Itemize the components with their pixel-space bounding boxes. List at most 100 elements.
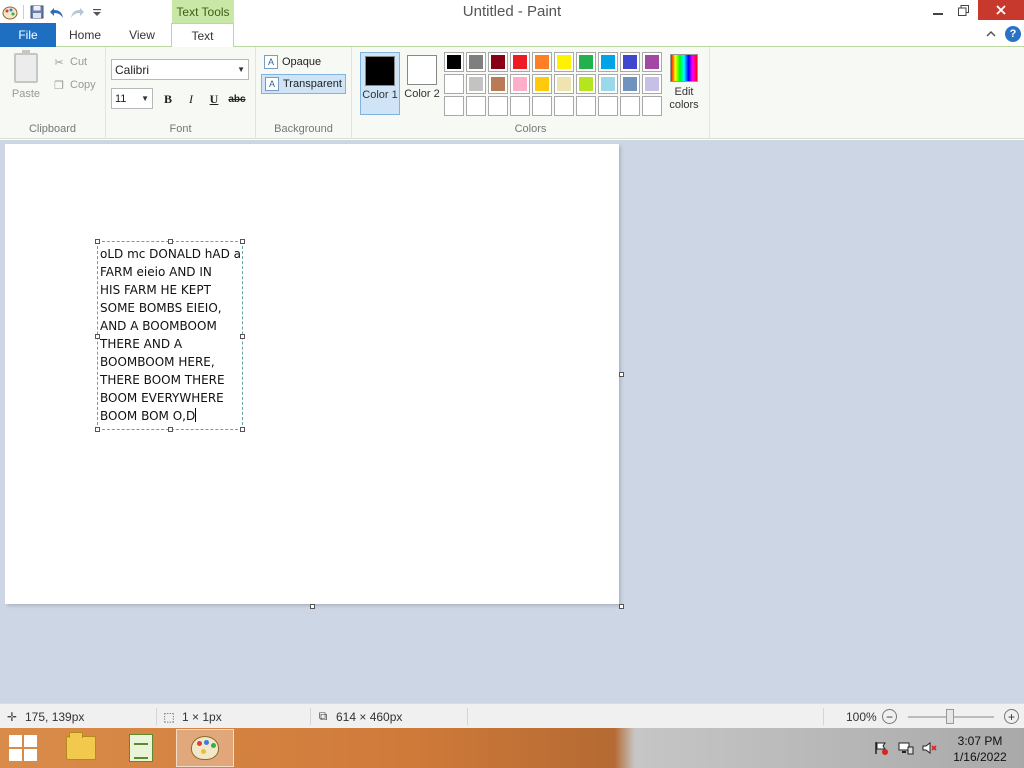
paste-button[interactable]: Paste [6, 50, 46, 105]
minimize-button[interactable] [925, 0, 951, 20]
palette-custom-slot[interactable] [642, 96, 662, 116]
text-box[interactable]: oLD mc DONALD hAD a FARM eieio AND IN HIS … [95, 239, 245, 432]
swatch-fill [601, 77, 615, 91]
palette-custom-slot[interactable] [466, 96, 486, 116]
color2-button[interactable]: Color 2 [402, 52, 442, 115]
windows-start-icon[interactable] [8, 734, 38, 762]
bold-button[interactable]: B [158, 89, 178, 109]
palette-custom-slot[interactable] [554, 96, 574, 116]
palette-color-swatch[interactable] [466, 74, 486, 94]
strikethrough-button[interactable]: abc [227, 89, 247, 109]
swatch-fill [579, 99, 593, 113]
drawing-canvas[interactable]: oLD mc DONALD hAD a FARM eieio AND IN HIS … [5, 144, 619, 604]
zoom-out-button[interactable]: − [882, 709, 897, 724]
palette-color-swatch[interactable] [642, 74, 662, 94]
taskbar-file-explorer[interactable] [52, 729, 110, 767]
cut-label: Cut [70, 56, 88, 68]
palette-custom-slot[interactable] [444, 96, 464, 116]
palette-color-swatch[interactable] [642, 52, 662, 72]
image-size-value: 614 × 460px [336, 709, 403, 724]
font-size-dropdown[interactable]: 11 ▼ [111, 88, 153, 109]
collapse-ribbon-icon[interactable] [984, 27, 998, 41]
undo-icon[interactable] [47, 2, 67, 22]
tab-home[interactable]: Home [56, 23, 114, 47]
notepad-icon [129, 734, 153, 762]
transparent-button[interactable]: A Transparent [261, 74, 346, 94]
palette-color-swatch[interactable] [598, 52, 618, 72]
swatch-fill [469, 77, 483, 91]
text-box-content[interactable]: oLD mc DONALD hAD a FARM eieio AND IN HIS … [100, 245, 244, 425]
resize-handle[interactable] [240, 334, 245, 339]
tab-view[interactable]: View [114, 23, 170, 47]
palette-color-swatch[interactable] [466, 52, 486, 72]
palette-color-swatch[interactable] [598, 74, 618, 94]
canvas-resize-handle-right[interactable] [619, 372, 624, 377]
palette-custom-slot[interactable] [576, 96, 596, 116]
palette-custom-slot[interactable] [510, 96, 530, 116]
resize-handle[interactable] [95, 334, 100, 339]
tab-file[interactable]: File [0, 23, 56, 47]
italic-button[interactable]: I [181, 89, 201, 109]
palette-color-swatch[interactable] [532, 74, 552, 94]
swatch-fill [469, 99, 483, 113]
restore-button[interactable] [951, 0, 975, 20]
tab-text[interactable]: Text [171, 23, 234, 48]
status-bar: ✛ 175, 139px ⬚ 1 × 1px ⧉ 614 × 460px 100… [0, 703, 1024, 728]
swatch-fill [513, 77, 527, 91]
resize-handle[interactable] [168, 427, 173, 432]
palette-row [444, 74, 664, 94]
underline-button[interactable]: U [204, 89, 224, 109]
zoom-in-button[interactable]: + [1004, 709, 1019, 724]
paint-app-icon[interactable] [0, 2, 20, 22]
palette-color-swatch[interactable] [620, 52, 640, 72]
palette-custom-slot[interactable] [598, 96, 618, 116]
text-caret [195, 408, 197, 422]
customize-qat-icon[interactable] [87, 2, 107, 22]
palette-custom-slot[interactable] [488, 96, 508, 116]
canvas-resize-handle-bottom[interactable] [310, 604, 315, 609]
palette-color-swatch[interactable] [576, 74, 596, 94]
taskbar-notepad-plus-plus[interactable] [112, 729, 170, 767]
palette-color-swatch[interactable] [554, 52, 574, 72]
resize-handle[interactable] [95, 239, 100, 244]
swatch-fill [557, 55, 571, 69]
palette-color-swatch[interactable] [510, 52, 530, 72]
resize-handle[interactable] [240, 427, 245, 432]
opaque-button[interactable]: A Opaque [261, 52, 324, 72]
zoom-slider-thumb[interactable] [946, 709, 954, 724]
edit-colors-button[interactable]: Edit colors [664, 52, 704, 112]
help-icon[interactable]: ? [1005, 26, 1021, 42]
cut-button[interactable]: ✂ Cut [52, 53, 87, 71]
canvas-resize-handle-corner[interactable] [619, 604, 624, 609]
action-center-flag-icon[interactable] [873, 740, 889, 756]
copy-button[interactable]: ❐ Copy [52, 76, 96, 94]
redo-icon[interactable] [67, 2, 87, 22]
resize-handle[interactable] [95, 427, 100, 432]
palette-color-swatch[interactable] [554, 74, 574, 94]
clock-time: 3:07 PM [957, 734, 1003, 748]
paint-palette-icon [191, 736, 219, 760]
font-family-dropdown[interactable]: Calibri ▼ [111, 59, 249, 80]
palette-color-swatch[interactable] [576, 52, 596, 72]
resize-handle[interactable] [168, 239, 173, 244]
palette-color-swatch[interactable] [532, 52, 552, 72]
close-button[interactable] [978, 0, 1024, 20]
copy-icon: ❐ [54, 79, 64, 92]
taskbar-paint[interactable] [176, 729, 234, 767]
palette-color-swatch[interactable] [444, 52, 464, 72]
color1-button[interactable]: Color 1 [360, 52, 400, 115]
swatch-fill [513, 55, 527, 69]
palette-color-swatch[interactable] [488, 74, 508, 94]
palette-color-swatch[interactable] [444, 74, 464, 94]
volume-muted-icon[interactable] [922, 740, 938, 756]
palette-color-swatch[interactable] [510, 74, 530, 94]
minimize-icon [933, 13, 943, 15]
palette-custom-slot[interactable] [532, 96, 552, 116]
palette-custom-slot[interactable] [620, 96, 640, 116]
save-icon[interactable] [27, 2, 47, 22]
network-icon[interactable] [898, 740, 914, 756]
palette-color-swatch[interactable] [488, 52, 508, 72]
resize-handle[interactable] [240, 239, 245, 244]
palette-color-swatch[interactable] [620, 74, 640, 94]
system-clock[interactable]: 3:07 PM 1/16/2022 [948, 733, 1012, 765]
